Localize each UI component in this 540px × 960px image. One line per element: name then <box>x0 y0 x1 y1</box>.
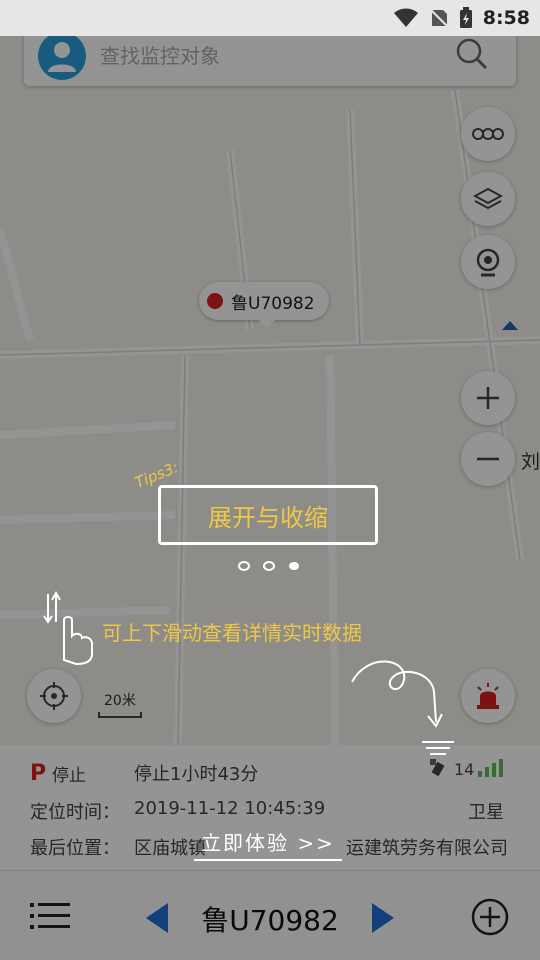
tap-indicator-icon <box>422 741 454 755</box>
try-now-label: 立即体验 >> <box>201 830 335 855</box>
tips-title: 展开与收缩 <box>208 503 328 532</box>
swipe-gesture-icon <box>43 590 93 666</box>
tips-subtitle: 可上下滑动查看详情实时数据 <box>102 621 362 645</box>
ellipsis-icon <box>238 561 299 571</box>
curly-arrow-icon <box>351 660 443 728</box>
tips-layer: Tips3: 展开与收缩 可上下滑动查看详情实时数据 立即体验 >> <box>0 0 540 960</box>
try-now-button[interactable]: 立即体验 >> <box>194 823 342 861</box>
tips-title-box: 展开与收缩 <box>158 485 378 545</box>
